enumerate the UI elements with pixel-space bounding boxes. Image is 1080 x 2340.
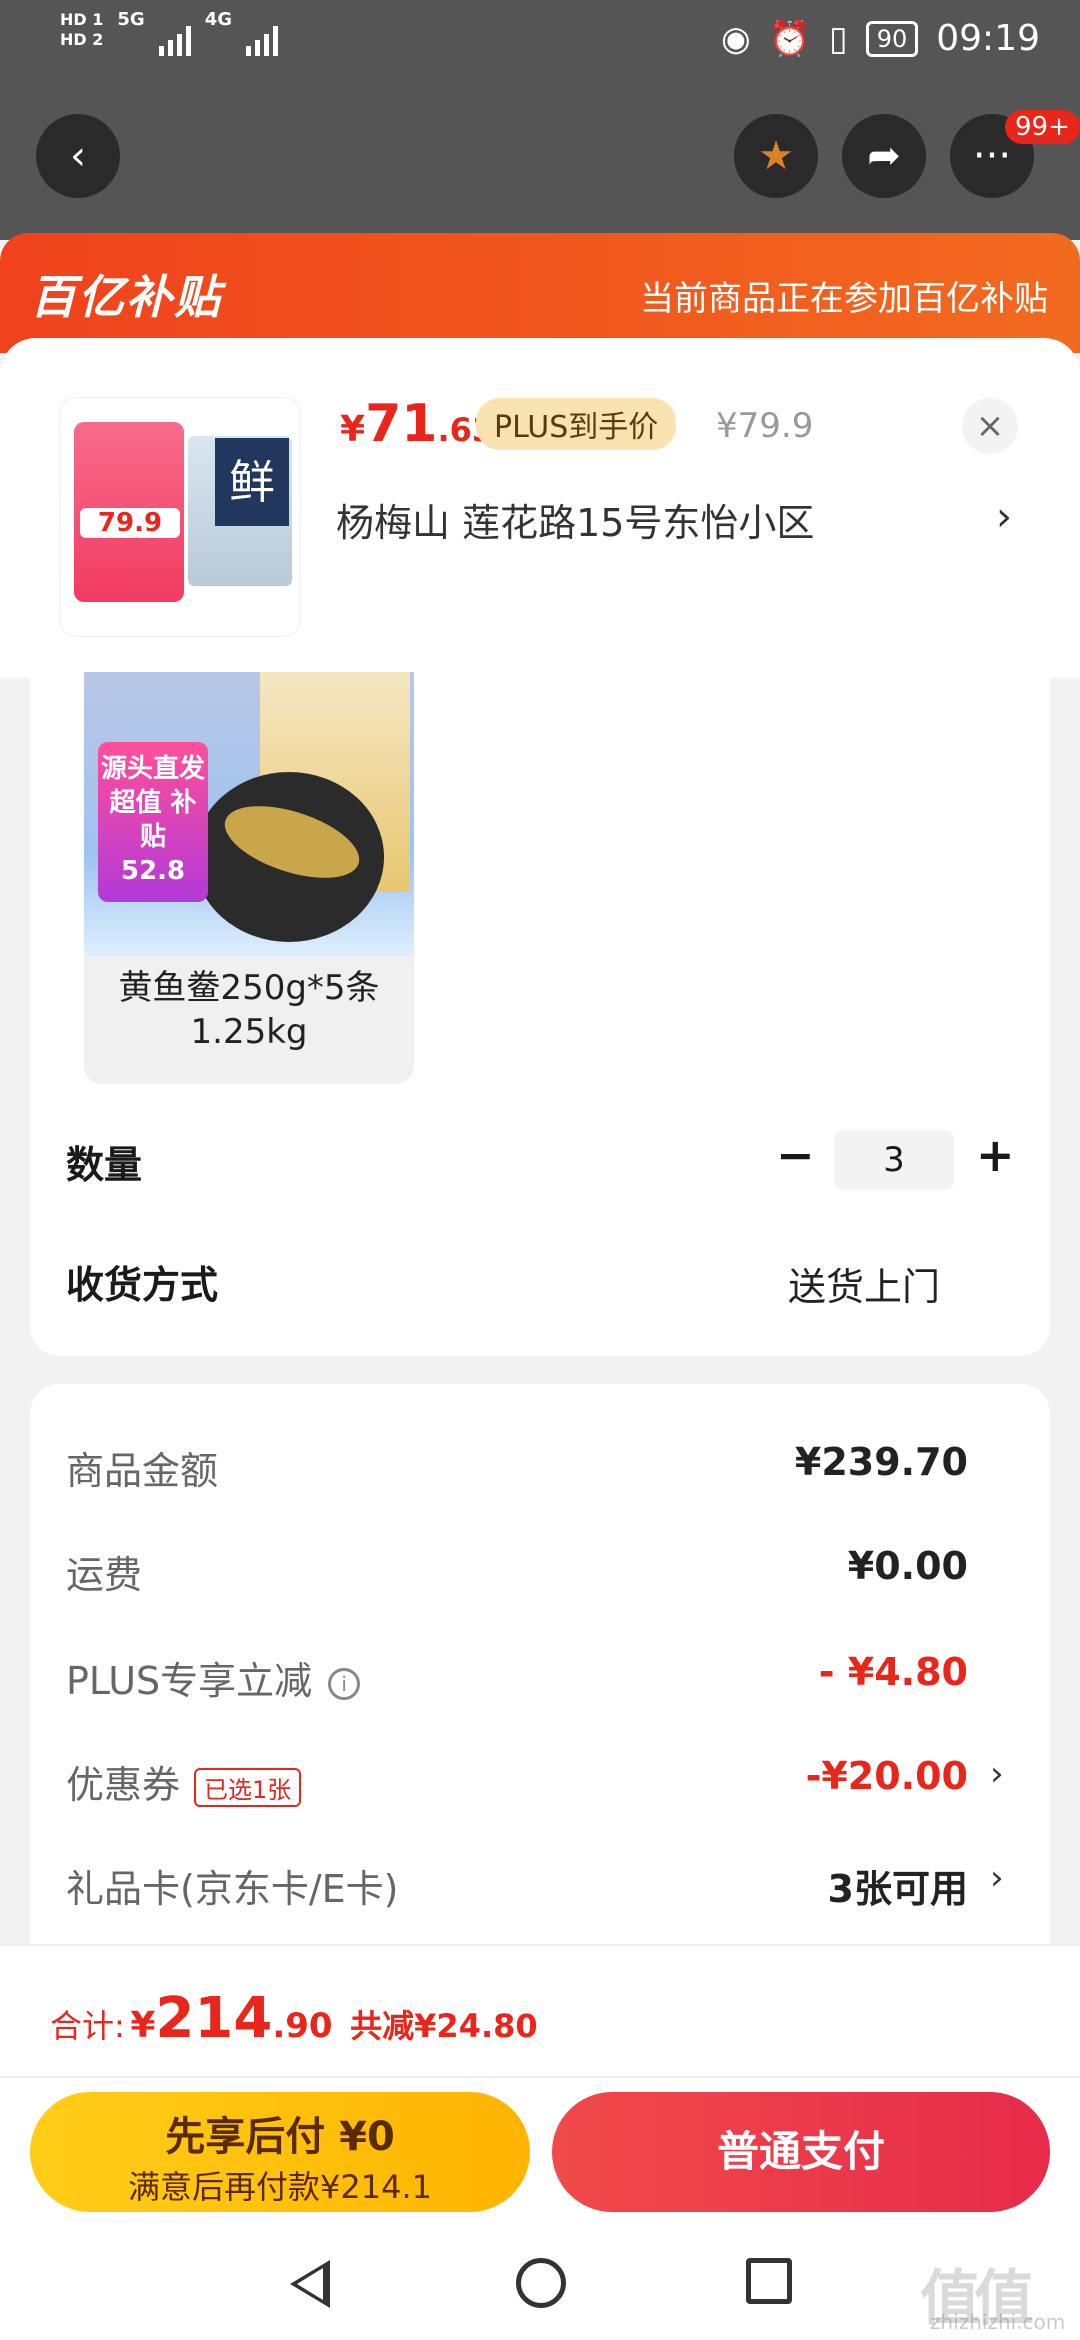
status-left: HD 1 HD 2 5G 4G [60, 10, 278, 56]
thumb-price: 79.9 [80, 508, 180, 538]
chevron-right-icon[interactable]: › [990, 1754, 1004, 1794]
shipping-method[interactable]: 送货上门 [788, 1256, 940, 1311]
pay-later-button[interactable]: 先享后付 ¥0 满意后再付款¥214.1 [30, 2092, 530, 2212]
close-icon: × [975, 406, 1005, 446]
variant-label: 黄鱼鲞250g*5条 1.25kg [118, 968, 380, 1052]
eye-icon: ◉ [720, 18, 751, 59]
signal-bars-2-icon [246, 20, 278, 56]
quantity-label: 数量 [66, 1143, 143, 1187]
status-bar: HD 1 HD 2 5G 4G ◉ ⏰ ▯ 90 09:19 [0, 0, 1080, 80]
nav-back-icon-inner [297, 2268, 323, 2300]
clock: 09:19 [936, 18, 1040, 59]
order-total: 合计: ¥214.90 共减¥24.80 [50, 1986, 538, 2051]
total-integer: 214 [155, 1986, 273, 2051]
variant-promo-price: 52.8 [120, 856, 186, 886]
banner-logo: 百亿补贴 [30, 270, 222, 324]
quantity-input[interactable]: 3 [834, 1130, 954, 1190]
banner-text: 当前商品正在参加百亿补贴 [640, 279, 1048, 319]
battery-indicator: 90 [865, 20, 919, 57]
signal-bars-1-icon [158, 20, 191, 56]
chevron-right-icon[interactable]: › [996, 494, 1012, 540]
delivery-address[interactable]: 杨梅山 莲花路15号东怡小区 [336, 492, 814, 547]
price-currency: ¥ [340, 409, 366, 450]
plus-discount-value: - ¥4.80 [818, 1650, 968, 1694]
coupon-value[interactable]: -¥20.00 [806, 1754, 968, 1798]
pay-later-subtitle: 满意后再付款¥214.1 [128, 2168, 432, 2206]
coupon-row[interactable]: 优惠券 已选1张 [66, 1754, 302, 1809]
vibrate-icon: ▯ [828, 18, 848, 59]
quantity-decrease-button[interactable]: − [776, 1128, 815, 1182]
message-badge: 99+ [1005, 110, 1080, 144]
subsidy-banner: 百亿补贴 当前商品正在参加百亿补贴 [0, 233, 1080, 353]
original-price: ¥79.9 [716, 406, 814, 446]
network-5g-label: 5G [117, 9, 145, 30]
variant-promo: 源头直发 超值 补贴 52.8 [98, 742, 208, 902]
alarm-icon: ⏰ [768, 18, 811, 59]
plus-discount-label: PLUS专享立减 [66, 1659, 313, 1703]
thumb-package-label: 鲜 [215, 438, 289, 526]
nav-home-icon[interactable] [516, 2258, 566, 2308]
hd-indicators: HD 1 HD 2 [60, 10, 103, 50]
nav-recent-apps-icon[interactable] [746, 2258, 792, 2304]
variant-promo-text: 源头直发 超值 补贴 [100, 754, 205, 852]
hd2-indicator: HD 2 [60, 30, 104, 49]
chevron-left-icon: ‹ [70, 133, 86, 179]
price-integer: 71 [365, 394, 438, 454]
product-price: ¥71.63 [340, 394, 494, 454]
freight-value: ¥0.00 [847, 1544, 968, 1588]
quantity-increase-button[interactable]: + [976, 1128, 1015, 1182]
close-button[interactable]: × [962, 398, 1018, 454]
plus-discount-row: PLUS专享立减 i [66, 1650, 361, 1705]
giftcard-value[interactable]: 3张可用 [828, 1858, 968, 1913]
hd1-indicator: HD 1 [60, 10, 104, 29]
total-currency: ¥ [130, 2005, 156, 2046]
total-label: 合计: [50, 2007, 125, 2045]
goods-amount-label: 商品金额 [66, 1449, 219, 1493]
star-icon: ★ [758, 133, 794, 179]
coupon-label: 优惠券 [66, 1763, 181, 1807]
freight-label: 运费 [66, 1553, 143, 1597]
coupon-selected-tag: 已选1张 [194, 1768, 302, 1807]
chevron-right-icon[interactable]: › [990, 1858, 1004, 1898]
network-4g-label: 4G [204, 9, 232, 30]
more-dots-icon: ··· [972, 133, 1012, 179]
variant-option[interactable]: 源头直发 超值 补贴 52.8 黄鱼鲞250g*5条 1.25kg [84, 672, 414, 1084]
total-decimal: .90 [272, 2006, 333, 2046]
giftcard-label[interactable]: 礼品卡(京东卡/E卡) [66, 1858, 398, 1913]
goods-amount-value: ¥239.70 [794, 1440, 968, 1484]
divider [0, 2076, 1080, 2078]
favorite-button[interactable]: ★ [734, 114, 818, 198]
back-button[interactable]: ‹ [36, 114, 120, 198]
normal-pay-button[interactable]: 普通支付 [552, 2092, 1050, 2212]
product-thumbnail: 79.9 鲜 [60, 398, 300, 636]
watermark-url: zhizhizhi.com [930, 2310, 1066, 2334]
plus-price-tag: PLUS到手价 [476, 398, 677, 450]
info-icon[interactable]: i [328, 1667, 361, 1700]
share-button[interactable]: ➦ [842, 114, 926, 198]
shipping-label: 收货方式 [66, 1263, 219, 1307]
pay-later-title: 先享后付 ¥0 [165, 2114, 395, 2160]
status-right: ◉ ⏰ ▯ 90 09:19 [721, 18, 1040, 59]
share-icon: ➦ [867, 133, 901, 179]
total-savings: 共减¥24.80 [350, 2007, 538, 2045]
